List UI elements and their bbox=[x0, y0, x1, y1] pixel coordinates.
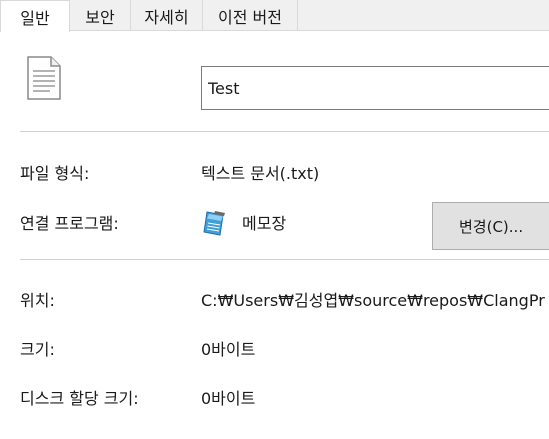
opens-with-label: 연결 프로그램: bbox=[20, 214, 119, 233]
text-document-icon bbox=[27, 56, 61, 100]
location-value: C:₩Users₩김성엽₩source₩repos₩ClangPr bbox=[201, 291, 545, 310]
size-on-disk-value: 0바이트 bbox=[201, 389, 256, 408]
tab-details[interactable]: 자세히 bbox=[130, 0, 202, 31]
file-type-value: 텍스트 문서(.txt) bbox=[201, 164, 320, 183]
tab-strip: 일반 보안 자세히 이전 버전 bbox=[0, 0, 549, 32]
notepad-icon bbox=[203, 211, 225, 236]
tab-previous-versions[interactable]: 이전 버전 bbox=[202, 0, 298, 31]
divider bbox=[20, 259, 549, 260]
size-label: 크기: bbox=[20, 340, 55, 359]
location-label: 위치: bbox=[20, 291, 55, 310]
size-value: 0바이트 bbox=[201, 340, 256, 359]
change-program-button[interactable]: 변경(C)... bbox=[432, 202, 549, 250]
file-name-input[interactable] bbox=[201, 66, 549, 110]
size-on-disk-label: 디스크 할당 크기: bbox=[20, 389, 139, 408]
divider bbox=[20, 131, 549, 132]
tab-general[interactable]: 일반 bbox=[0, 0, 70, 32]
opens-with-value: 메모장 bbox=[242, 214, 287, 233]
file-type-label: 파일 형식: bbox=[20, 164, 90, 183]
tab-security[interactable]: 보안 bbox=[70, 0, 130, 31]
